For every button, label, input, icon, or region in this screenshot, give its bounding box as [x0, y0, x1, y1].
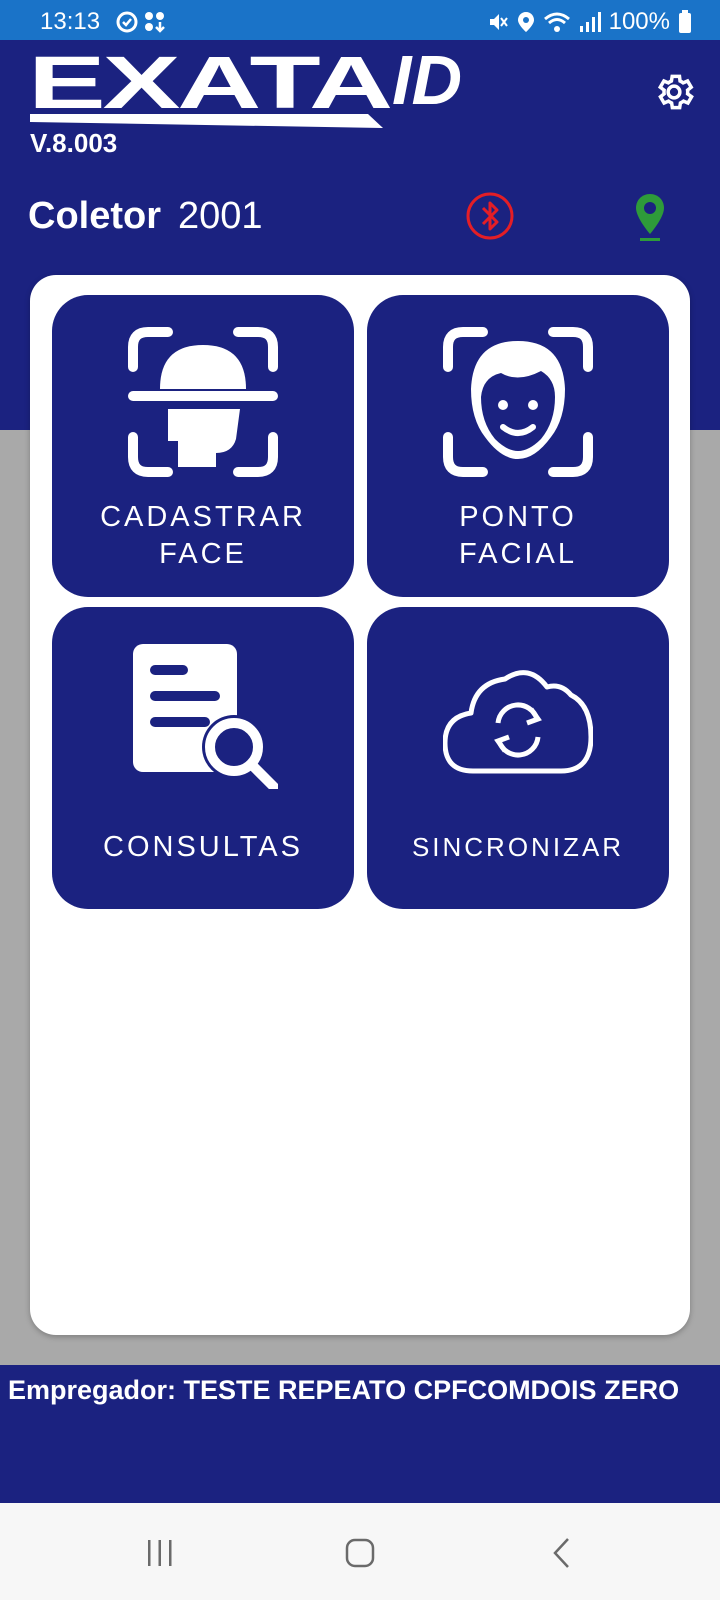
- queries-label: CONSULTAS: [103, 831, 303, 863]
- document-search-icon: [133, 644, 278, 789]
- sync-tile[interactable]: SINCRONIZAR: [367, 607, 669, 909]
- gear-icon: [657, 74, 694, 110]
- status-bar: 13:13 100%: [0, 0, 720, 40]
- employer-text: Empregador: TESTE REPEATO CPFCOMDOIS ZER…: [8, 1375, 680, 1405]
- settings-button[interactable]: [652, 70, 696, 114]
- svg-text:EXATA: EXATA: [28, 48, 391, 124]
- collector-label: Coletor: [28, 195, 161, 237]
- register-face-label-line2: FACE: [159, 538, 247, 570]
- cloud-sync-icon: [443, 670, 593, 774]
- location-status-icon[interactable]: [634, 192, 666, 244]
- battery-icon: [679, 10, 691, 33]
- mute-icon: [489, 14, 508, 30]
- register-face-label-line1: CADASTRAR: [100, 501, 306, 533]
- sync-icon: [116, 11, 138, 33]
- facial-clock-label-line1: PONTO: [459, 501, 577, 533]
- facial-clock-tile[interactable]: PONTO FACIAL: [367, 295, 669, 597]
- recent-apps-button[interactable]: [140, 1533, 180, 1573]
- recent-apps-icon: [148, 1540, 172, 1566]
- register-face-tile[interactable]: CADASTRAR FACE: [52, 295, 354, 597]
- sync-label: SINCRONIZAR: [411, 832, 625, 862]
- bluetooth-status-icon[interactable]: [466, 192, 514, 240]
- signal-icon: [579, 12, 601, 32]
- queries-tile[interactable]: CONSULTAS: [52, 607, 354, 909]
- battery-percentage: 100%: [608, 8, 670, 35]
- home-button[interactable]: [340, 1533, 380, 1573]
- face-scan-icon: [128, 327, 278, 477]
- svg-text:ID: ID: [392, 48, 462, 119]
- back-icon: [553, 1538, 569, 1568]
- face-recognition-icon: [443, 327, 593, 477]
- back-button[interactable]: [542, 1533, 582, 1573]
- status-time: 13:13: [40, 8, 101, 35]
- system-nav-bar: [0, 1503, 720, 1600]
- wifi-icon: [543, 12, 570, 32]
- home-icon: [345, 1538, 375, 1568]
- employer-footer: Empregador: TESTE REPEATO CPFCOMDOIS ZER…: [0, 1365, 720, 1503]
- facial-clock-label-line2: FACIAL: [459, 538, 577, 570]
- app-version: V.8.003: [30, 128, 118, 158]
- apps-icon: [145, 12, 165, 33]
- collector-value: 2001: [178, 195, 263, 237]
- exata-id-logo: EXATA ID: [28, 48, 462, 128]
- menu-card: CADASTRAR FACE PONTO FACIAL CONSULTAS SI…: [30, 275, 690, 1335]
- location-icon: [517, 12, 534, 32]
